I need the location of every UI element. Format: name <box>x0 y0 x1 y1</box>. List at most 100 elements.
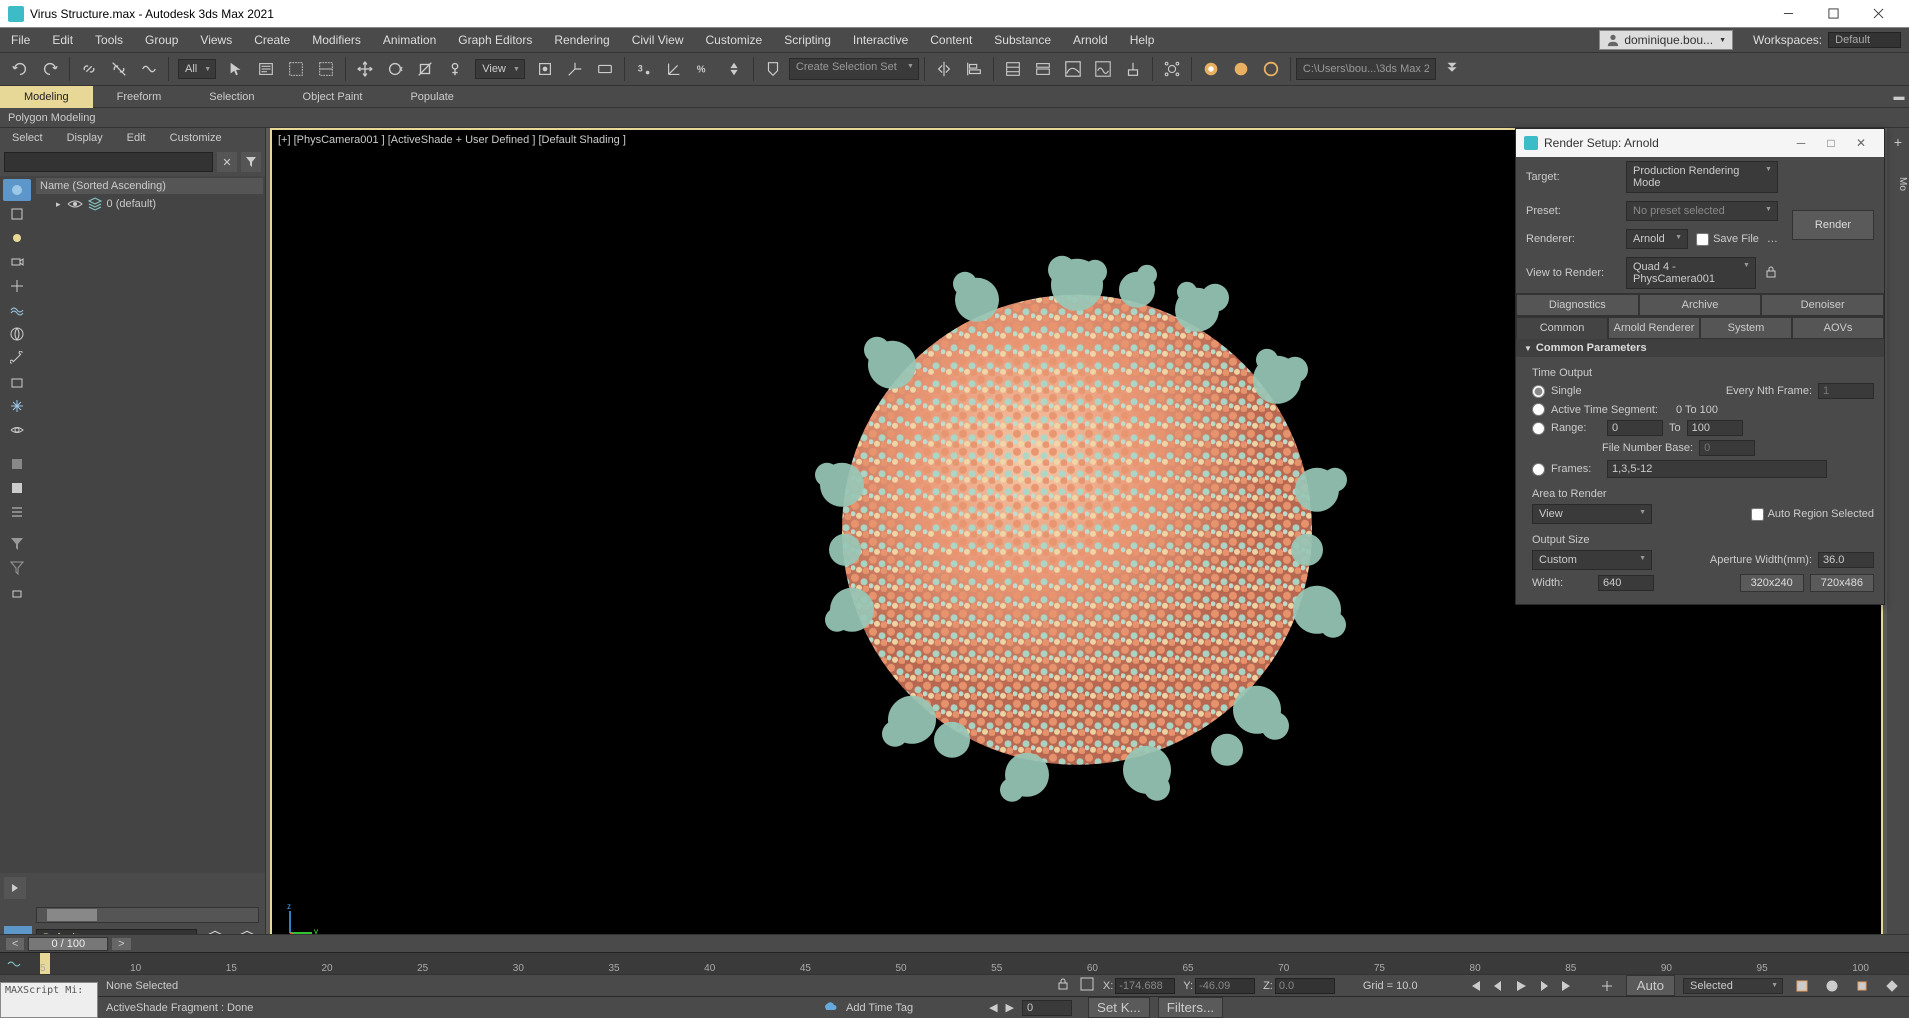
menu-content[interactable]: Content <box>919 28 983 52</box>
mirror-button[interactable] <box>930 55 958 83</box>
frame-indicator[interactable]: 0 / 100 <box>28 937 108 951</box>
scene-tab-customize[interactable]: Customize <box>158 128 234 148</box>
more-button[interactable]: … <box>1767 233 1778 245</box>
minimize-button[interactable] <box>1766 0 1811 28</box>
preset-dropdown[interactable]: No preset selected <box>1626 201 1778 221</box>
filter-bone-icon[interactable] <box>3 347 31 369</box>
play-expand-button[interactable] <box>4 877 26 899</box>
tab-arnold-renderer[interactable]: Arnold Renderer <box>1608 317 1700 339</box>
menu-create[interactable]: Create <box>243 28 301 52</box>
key-filter-dropdown[interactable]: Selected <box>1683 978 1783 994</box>
curve-editor-button[interactable] <box>1059 55 1087 83</box>
command-panel-collapsed[interactable]: + Mo <box>1887 128 1909 953</box>
maximize-button[interactable] <box>1811 0 1856 28</box>
toggle-ribbon-button[interactable] <box>1029 55 1057 83</box>
render-button[interactable] <box>1227 55 1255 83</box>
percent-snap-button[interactable]: % <box>690 55 718 83</box>
track-next-button[interactable]: > <box>112 938 130 950</box>
menu-graph-editors[interactable]: Graph Editors <box>447 28 543 52</box>
ribbon-tab-object-paint[interactable]: Object Paint <box>279 86 387 108</box>
timeline[interactable]: 5101520253035404550556065707580859095100 <box>0 952 1909 974</box>
select-by-name-button[interactable] <box>252 55 280 83</box>
nth-frame-input[interactable] <box>1818 383 1874 399</box>
scene-tab-display[interactable]: Display <box>55 128 115 148</box>
radio-range[interactable] <box>1532 422 1545 435</box>
timeline-nav-left[interactable]: ◀ <box>989 1001 997 1014</box>
scene-tab-edit[interactable]: Edit <box>115 128 158 148</box>
menu-substance[interactable]: Substance <box>983 28 1062 52</box>
schematic-view-button[interactable] <box>1089 55 1117 83</box>
nav-icon-3[interactable] <box>1851 976 1873 996</box>
range-to-input[interactable] <box>1687 420 1743 436</box>
next-frame-button[interactable] <box>1533 976 1555 996</box>
snap-toggle-button[interactable]: 3 <box>630 55 658 83</box>
goto-start-button[interactable] <box>1464 976 1486 996</box>
menu-tools[interactable]: Tools <box>84 28 134 52</box>
dialog-titlebar[interactable]: Render Setup: Arnold ─ □ ✕ <box>1516 129 1884 157</box>
filter-none-icon[interactable] <box>3 453 31 475</box>
viewport-label[interactable]: [+] [PhysCamera001 ] [ActiveShade + User… <box>278 134 626 146</box>
z-coord-input[interactable] <box>1275 978 1335 994</box>
tab-archive[interactable]: Archive <box>1639 294 1762 316</box>
user-account[interactable]: dominique.bou...▼ <box>1599 30 1733 50</box>
render-prod-button[interactable] <box>1257 55 1285 83</box>
rollout-common-parameters[interactable]: Common Parameters <box>1516 339 1884 357</box>
tab-aovs[interactable]: AOVs <box>1792 317 1884 339</box>
close-button[interactable] <box>1856 0 1901 28</box>
menu-modifiers[interactable]: Modifiers <box>301 28 372 52</box>
filter-invert-icon[interactable] <box>3 477 31 499</box>
ribbon-tab-populate[interactable]: Populate <box>386 86 477 108</box>
undo-button[interactable] <box>6 55 34 83</box>
filter-spacewarp-icon[interactable] <box>3 299 31 321</box>
radio-active-segment[interactable] <box>1532 403 1545 416</box>
render-setup-button[interactable] <box>1158 55 1186 83</box>
scene-root-item[interactable]: 0 (default) <box>36 194 263 214</box>
menu-help[interactable]: Help <box>1119 28 1166 52</box>
tab-denoiser[interactable]: Denoiser <box>1761 294 1884 316</box>
menu-file[interactable]: File <box>0 28 41 52</box>
auto-key-button[interactable]: Auto <box>1626 975 1675 996</box>
funnel2-icon[interactable] <box>3 557 31 579</box>
filter-group-icon[interactable] <box>3 323 31 345</box>
area-dropdown[interactable]: View <box>1532 504 1652 524</box>
rotate-button[interactable] <box>381 55 409 83</box>
render-button[interactable]: Render <box>1792 210 1874 240</box>
nav-icon-1[interactable] <box>1791 976 1813 996</box>
dialog-minimize-button[interactable]: ─ <box>1786 136 1816 150</box>
material-editor-button[interactable] <box>1119 55 1147 83</box>
ribbon-tab-freeform[interactable]: Freeform <box>93 86 186 108</box>
width-input[interactable] <box>1598 575 1654 591</box>
radio-single[interactable] <box>1532 385 1545 398</box>
filter-list-icon[interactable] <box>3 501 31 523</box>
goto-end-button[interactable] <box>1556 976 1578 996</box>
add-time-tag[interactable]: Add Time Tag <box>846 1002 913 1014</box>
menu-edit[interactable]: Edit <box>41 28 84 52</box>
menu-views[interactable]: Views <box>189 28 243 52</box>
menu-scripting[interactable]: Scripting <box>773 28 842 52</box>
scene-clear-button[interactable]: ✕ <box>217 152 237 172</box>
prev-frame-button[interactable] <box>1487 976 1509 996</box>
project-path-field[interactable] <box>1296 58 1436 80</box>
selection-set-dropdown[interactable]: Create Selection Set <box>789 58 919 80</box>
output-size-dropdown[interactable]: Custom <box>1532 550 1652 570</box>
pivot-center-button[interactable] <box>531 55 559 83</box>
reference-coord-dropdown[interactable]: View <box>475 59 525 79</box>
maxscript-mini-listener[interactable]: MAXScript Mi: <box>0 982 98 1018</box>
save-file-checkbox[interactable]: Save File <box>1696 233 1759 246</box>
placement-button[interactable] <box>441 55 469 83</box>
align-button[interactable] <box>960 55 988 83</box>
angle-snap-button[interactable] <box>660 55 688 83</box>
menu-interactive[interactable]: Interactive <box>842 28 919 52</box>
frames-input[interactable] <box>1607 460 1827 478</box>
window-crossing-button[interactable] <box>312 55 340 83</box>
spinner-snap-button[interactable] <box>720 55 748 83</box>
funnel-icon[interactable] <box>3 533 31 555</box>
ribbon-tab-selection[interactable]: Selection <box>185 86 278 108</box>
range-from-input[interactable] <box>1607 420 1663 436</box>
scene-tab-select[interactable]: Select <box>0 128 55 148</box>
filter-geometry-icon[interactable] <box>3 203 31 225</box>
link-button[interactable] <box>75 55 103 83</box>
filter-container-icon[interactable] <box>3 371 31 393</box>
manipulate-button[interactable] <box>561 55 589 83</box>
x-coord-input[interactable] <box>1115 978 1175 994</box>
